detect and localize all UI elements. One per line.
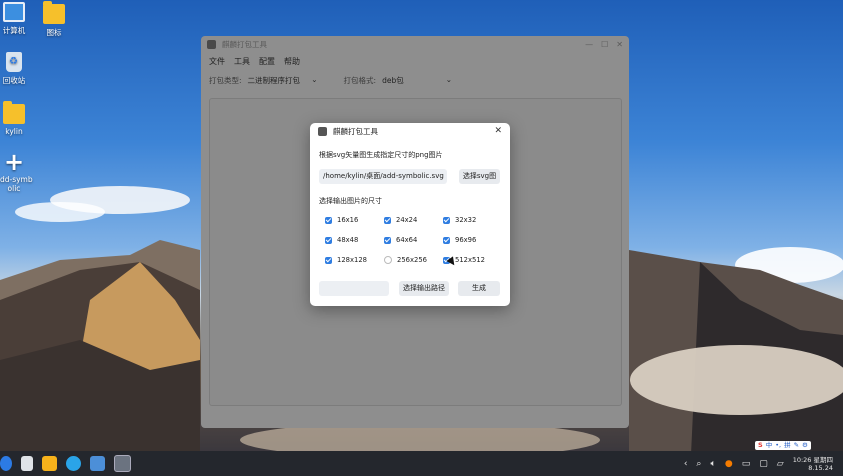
start-menu-icon[interactable] xyxy=(0,456,12,471)
system-monitor-icon[interactable] xyxy=(90,456,105,471)
taskbar: ‹ ⌕ 🔈︎ ● ▭ ▢ ▱ 10:26 星期四 8.15.24 xyxy=(0,451,843,476)
desktop-icon-kylin-folder[interactable]: kylin xyxy=(0,101,36,136)
search-icon[interactable]: ⌕ xyxy=(696,459,701,469)
menu-help[interactable]: 帮助 xyxy=(284,56,309,67)
size-option-32[interactable]: 32x32 xyxy=(443,216,476,224)
folder-icon xyxy=(3,101,25,124)
dialog-titlebar: 麒麟打包工具 ✕ xyxy=(310,123,510,139)
size-option-16[interactable]: 16x16 xyxy=(325,216,358,224)
message-icon[interactable]: ▱ xyxy=(777,459,784,469)
desktop: 计算机 图标 回收站 kylin + add-symbolic 麒麟打包工具 —… xyxy=(0,0,843,476)
app-icon xyxy=(318,126,327,136)
package-type-label: 打包类型: xyxy=(209,75,242,85)
chevron-down-icon: ⌄ xyxy=(311,74,318,84)
plus-icon: + xyxy=(3,148,25,176)
menu-file[interactable]: 文件 xyxy=(209,56,234,67)
gear-icon[interactable]: ⚙ xyxy=(802,441,808,450)
menu-bar: 文件 工具 配置 帮助 xyxy=(201,53,629,69)
desktop-icon-trash[interactable]: 回收站 xyxy=(0,52,36,86)
package-options-bar: 打包类型: 二进制程序打包 ⌄ 打包格式: deb包 ⌄ xyxy=(201,69,629,91)
dialog-title: 麒麟打包工具 xyxy=(333,126,378,136)
checkbox[interactable] xyxy=(325,256,332,264)
package-type-select[interactable]: 二进制程序打包 ⌄ xyxy=(248,75,318,86)
sogou-icon: S xyxy=(758,441,763,449)
clock[interactable]: 10:26 星期四 8.15.24 xyxy=(793,456,833,472)
checkbox[interactable] xyxy=(384,236,391,244)
size-option-96[interactable]: 96x96 xyxy=(443,236,476,244)
computer-icon xyxy=(3,2,25,22)
file-manager-icon[interactable] xyxy=(42,456,57,471)
network-icon[interactable]: ▭ xyxy=(742,459,751,469)
maximize-icon[interactable]: ☐ xyxy=(601,40,608,49)
trash-icon xyxy=(6,52,22,72)
close-icon[interactable]: ✕ xyxy=(616,40,623,49)
checkbox[interactable] xyxy=(325,236,332,244)
desktop-icon-add-symbolic[interactable]: + add-symbolic xyxy=(0,148,36,193)
browser-icon[interactable] xyxy=(66,456,81,471)
menu-tools[interactable]: 工具 xyxy=(234,56,259,67)
size-options: 16x16 24x24 32x32 48x48 64x64 96x96 128x… xyxy=(319,209,499,268)
svg-path-field[interactable]: /home/kylin/桌面/add-symbolic.svg xyxy=(319,169,447,184)
checkbox[interactable] xyxy=(384,216,391,224)
display-icon[interactable]: ▢ xyxy=(759,459,768,469)
main-window-title: 麒麟打包工具 xyxy=(222,40,267,49)
checkbox[interactable] xyxy=(384,256,392,264)
pen-icon[interactable]: ✎ xyxy=(794,441,799,450)
generate-button[interactable]: 生成 xyxy=(458,281,500,296)
checkbox[interactable] xyxy=(443,236,450,244)
package-format-label: 打包格式: xyxy=(343,75,377,85)
folder-icon xyxy=(43,1,65,24)
select-svg-button[interactable]: 选择svg图 xyxy=(459,169,500,184)
package-format-select[interactable]: deb包 ⌄ xyxy=(382,75,452,86)
output-path-field[interactable] xyxy=(319,281,389,296)
minimize-icon[interactable]: — xyxy=(585,40,593,49)
desktop-icon-folder[interactable]: 图标 xyxy=(32,1,76,38)
system-tray: ‹ ⌕ 🔈︎ ● ▭ ▢ ▱ 10:26 星期四 8.15.24 xyxy=(684,456,843,472)
close-icon[interactable]: ✕ xyxy=(494,126,502,136)
checkbox[interactable] xyxy=(325,216,332,224)
ime-toolbar[interactable]: S 中 •, 拼 ✎ ⚙ xyxy=(755,441,811,450)
size-option-256[interactable]: 256x256 xyxy=(384,256,427,264)
menu-config[interactable]: 配置 xyxy=(259,56,284,67)
chevron-left-icon[interactable]: ‹ xyxy=(684,459,688,469)
size-option-24[interactable]: 24x24 xyxy=(384,216,417,224)
volume-icon[interactable]: 🔈︎ xyxy=(710,459,715,469)
select-output-path-button[interactable]: 选择输出路径 xyxy=(399,281,449,296)
checkbox[interactable] xyxy=(443,216,450,224)
notification-icon[interactable]: ● xyxy=(725,459,733,469)
main-window-titlebar: 麒麟打包工具 — ☐ ✕ xyxy=(201,36,629,53)
size-option-64[interactable]: 64x64 xyxy=(384,236,417,244)
app-icon xyxy=(207,40,216,49)
desktop-icon-computer[interactable]: 计算机 xyxy=(0,2,36,36)
multitask-view-icon[interactable] xyxy=(21,456,33,471)
size-option-48[interactable]: 48x48 xyxy=(325,236,358,244)
svg-to-png-dialog: 麒麟打包工具 ✕ 根据svg矢量图生成指定尺寸的png图片 /home/kyli… xyxy=(310,123,510,306)
size-section-label: 选择输出图片的尺寸 xyxy=(319,197,382,205)
dialog-description: 根据svg矢量图生成指定尺寸的png图片 xyxy=(319,151,443,159)
packaging-tool-taskbar-icon[interactable] xyxy=(114,455,131,472)
size-option-128[interactable]: 128x128 xyxy=(325,256,367,264)
chevron-down-icon: ⌄ xyxy=(445,74,453,84)
